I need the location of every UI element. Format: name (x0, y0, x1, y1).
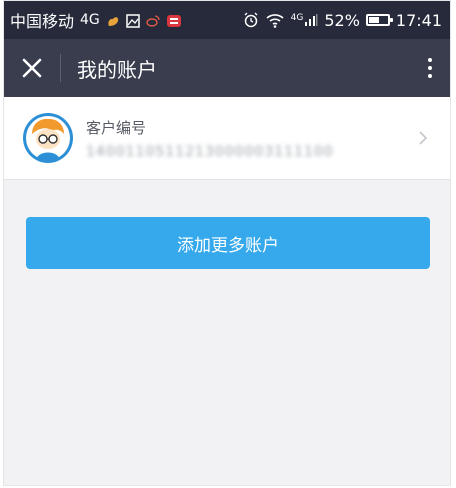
close-button[interactable] (4, 39, 60, 97)
app-bar: 我的账户 (4, 39, 450, 97)
app-badge-icon (166, 13, 181, 27)
account-list-item[interactable]: 客户编号 1400110511213000003111100 (4, 97, 450, 180)
clock-time: 17:41 (395, 10, 442, 30)
wifi-icon (265, 12, 285, 28)
add-account-button[interactable]: 添加更多账户 (26, 217, 430, 269)
signal-network-type: 4G (290, 13, 304, 23)
more-vertical-icon (428, 58, 432, 78)
status-bar: 中国移动 4G 4G 52% 17:41 (4, 1, 450, 39)
phone-screen: 中国移动 4G 4G 52% 17:41 我的账户 客户编号 140011051… (3, 0, 451, 486)
close-icon (22, 58, 42, 78)
chevron-right-icon (419, 131, 428, 145)
carrier-name: 中国移动 (10, 12, 75, 31)
image-icon (126, 13, 140, 28)
account-number: 1400110511213000003111100 (86, 143, 334, 160)
account-label: 客户编号 (86, 118, 147, 137)
avatar (23, 113, 73, 163)
alarm-icon (243, 12, 259, 28)
weibo-icon (146, 13, 160, 27)
battery-icon (365, 14, 393, 26)
battery-percent: 52% (324, 10, 360, 30)
network-type: 4G (80, 12, 100, 28)
page-title: 我的账户 (77, 57, 157, 82)
status-right: 4G 52% 17:41 (243, 11, 450, 30)
account-info: 客户编号 1400110511213000003111100 (86, 117, 334, 160)
signal-icon: 4G (291, 13, 319, 27)
squirrel-icon (106, 13, 120, 27)
status-left: 中国移动 4G (4, 8, 181, 32)
more-button[interactable] (410, 39, 450, 97)
